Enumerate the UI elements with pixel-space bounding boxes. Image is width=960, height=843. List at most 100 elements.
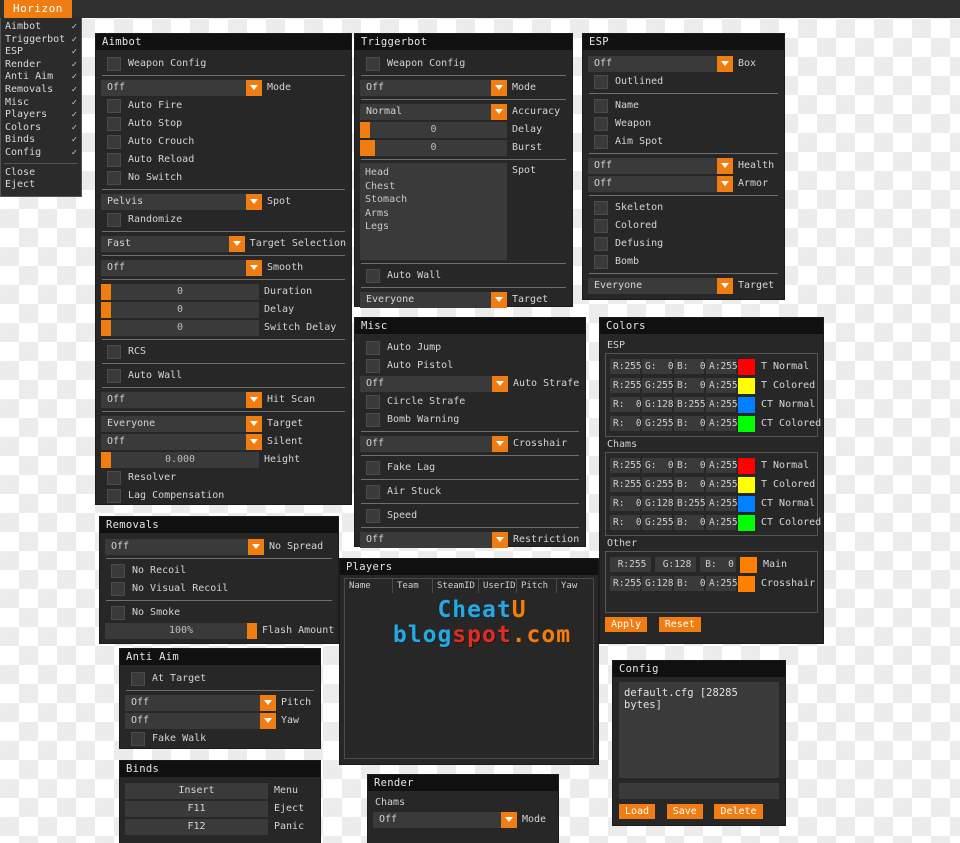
combo-row-auto-strafe[interactable]: Off Auto Strafe — [360, 375, 580, 392]
chevron-down-icon[interactable] — [492, 375, 508, 392]
combo-row-crosshair[interactable]: Off Crosshair — [360, 435, 580, 452]
color-r-field[interactable]: R:255 — [610, 458, 642, 473]
color-g-field[interactable]: G:255 — [642, 477, 674, 492]
sidebar-item-removals[interactable]: Removals ✓ — [1, 84, 81, 97]
checkbox-icon[interactable] — [594, 134, 608, 149]
color-b-field[interactable]: B: 0 — [700, 557, 736, 572]
flash-amount-slider[interactable]: 100% — [105, 622, 257, 639]
checkbox-row-no-recoil[interactable]: No Recoil — [105, 562, 333, 579]
checkbox-row-speed[interactable]: Speed — [360, 507, 580, 524]
combo-value[interactable]: Off — [125, 712, 260, 729]
sidebar-item-binds[interactable]: Binds ✓ — [1, 134, 81, 147]
config-file-item[interactable]: default.cfg [28285 bytes] — [624, 687, 738, 711]
checkbox-icon[interactable] — [107, 470, 121, 485]
color-swatch[interactable] — [738, 358, 755, 375]
color-swatch[interactable] — [738, 575, 755, 592]
color-swatch[interactable] — [738, 396, 755, 413]
color-swatch[interactable] — [738, 495, 755, 512]
color-g-field[interactable]: G:128 — [642, 397, 674, 412]
color-g-field[interactable]: G:128 — [642, 576, 674, 591]
column-header[interactable]: Team — [393, 579, 433, 593]
color-a-field[interactable]: A:255 — [706, 378, 738, 393]
color-b-field[interactable]: B: 0 — [674, 458, 706, 473]
color-b-field[interactable]: B:255 — [674, 397, 706, 412]
delete-button[interactable]: Delete — [714, 804, 763, 819]
checkbox-icon[interactable] — [594, 254, 608, 269]
color-row[interactable]: R:255 G: 0 B: 0 A:255 T Normal — [610, 457, 813, 474]
color-r-field[interactable]: R:255 — [610, 378, 642, 393]
checkbox-row-name[interactable]: Name — [588, 97, 779, 114]
color-g-field[interactable]: G: 0 — [642, 458, 674, 473]
column-header[interactable]: UserID — [479, 579, 517, 593]
list-item[interactable]: Stomach — [365, 193, 507, 207]
color-row[interactable]: R:255 G: 0 B: 0 A:255 T Normal — [610, 358, 813, 375]
chevron-down-icon[interactable] — [246, 433, 262, 450]
color-r-field[interactable]: R:255 — [610, 557, 651, 572]
combo-row-target[interactable]: Everyone Target — [588, 277, 779, 294]
config-file-list[interactable]: default.cfg [28285 bytes] — [619, 682, 779, 778]
menu-tab-horizon[interactable]: Horizon — [4, 0, 72, 18]
checkbox-icon[interactable] — [131, 671, 145, 686]
color-g-field[interactable]: G:128 — [642, 496, 674, 511]
combo-value[interactable]: Off — [125, 694, 260, 711]
bind-key-field[interactable]: F12 — [125, 818, 268, 835]
checkbox-row-lag-compensation[interactable]: Lag Compensation — [101, 487, 346, 504]
checkbox-row-bomb-warning[interactable]: Bomb Warning — [360, 411, 580, 428]
chevron-down-icon[interactable] — [246, 79, 262, 96]
checkbox-icon[interactable] — [107, 116, 121, 131]
combo-value[interactable]: Off — [588, 55, 717, 72]
delay-slider[interactable]: 0 — [360, 121, 507, 138]
combo-row-health[interactable]: Off Health — [588, 157, 779, 174]
spot-listbox[interactable]: Head Chest Stomach Arms Legs — [360, 163, 507, 260]
color-r-field[interactable]: R: 0 — [610, 515, 642, 530]
color-b-field[interactable]: B: 0 — [674, 576, 706, 591]
color-g-field[interactable]: G:255 — [642, 378, 674, 393]
color-r-field[interactable]: R: 0 — [610, 496, 642, 511]
combo-value[interactable]: Off — [588, 175, 717, 192]
reset-button[interactable]: Reset — [658, 617, 701, 632]
color-swatch[interactable] — [740, 556, 757, 573]
sidebar-item-aimbot[interactable]: Aimbot ✓ — [1, 21, 81, 34]
slider-row-delay[interactable]: 0 Delay — [101, 301, 346, 318]
checkbox-icon[interactable] — [366, 394, 380, 409]
color-row[interactable]: R: 0 G:128 B:255 A:255 CT Normal — [610, 396, 815, 413]
chevron-down-icon[interactable] — [246, 259, 262, 276]
combo-value[interactable]: Off — [101, 259, 246, 276]
checkbox-icon[interactable] — [366, 358, 380, 373]
menu-item-eject[interactable]: Eject — [1, 179, 81, 192]
checkbox-row-weapon-config[interactable]: Weapon Config — [360, 55, 567, 72]
checkbox-row-randomize[interactable]: Randomize — [101, 211, 346, 228]
column-header[interactable]: Yaw — [557, 579, 593, 593]
color-a-field[interactable]: A:255 — [706, 496, 738, 511]
checkbox-icon[interactable] — [594, 116, 608, 131]
color-b-field[interactable]: B: 0 — [674, 359, 706, 374]
color-row[interactable]: R:255 G:128 B: 0 A:255 Crosshair — [610, 575, 815, 592]
combo-row-smooth[interactable]: Off Smooth — [101, 259, 346, 276]
checkbox-icon[interactable] — [594, 98, 608, 113]
checkbox-icon[interactable] — [107, 212, 121, 227]
chevron-down-icon[interactable] — [717, 175, 733, 192]
checkbox-row-aim-spot[interactable]: Aim Spot — [588, 133, 779, 150]
checkbox-row-no-switch[interactable]: No Switch — [101, 169, 346, 186]
color-swatch[interactable] — [738, 457, 755, 474]
combo-value[interactable]: Off — [360, 375, 492, 392]
color-a-field[interactable]: A:255 — [706, 576, 738, 591]
checkbox-row-auto-jump[interactable]: Auto Jump — [360, 339, 580, 356]
chevron-down-icon[interactable] — [717, 55, 733, 72]
slider-row-burst[interactable]: 0 Burst — [360, 139, 567, 156]
checkbox-icon[interactable] — [111, 581, 125, 596]
color-r-field[interactable]: R:255 — [610, 359, 642, 374]
combo-row-yaw[interactable]: Off Yaw — [125, 712, 315, 729]
chevron-down-icon[interactable] — [501, 811, 517, 828]
combo-row-no-spread[interactable]: Off No Spread — [105, 538, 333, 555]
combo-row-restriction[interactable]: Off Restriction — [360, 531, 580, 548]
checkbox-row-skeleton[interactable]: Skeleton — [588, 199, 779, 216]
color-row[interactable]: R:255 G:255 B: 0 A:255 T Colored — [610, 377, 815, 394]
slider-row-delay[interactable]: 0 Delay — [360, 121, 567, 138]
save-button[interactable]: Save — [666, 804, 703, 819]
chevron-down-icon[interactable] — [492, 435, 508, 452]
checkbox-icon[interactable] — [107, 152, 121, 167]
checkbox-icon[interactable] — [107, 98, 121, 113]
sidebar-item-colors[interactable]: Colors ✓ — [1, 122, 81, 135]
color-b-field[interactable]: B: 0 — [674, 378, 706, 393]
